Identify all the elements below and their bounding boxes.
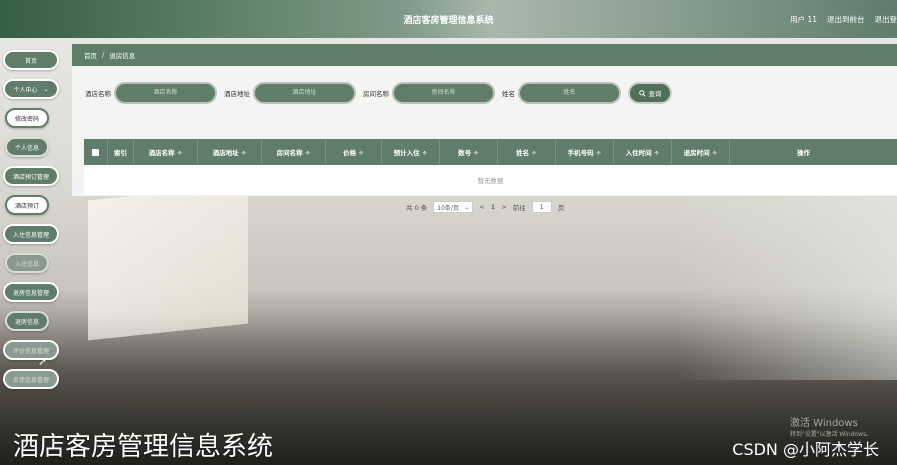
- checkbox-icon: [92, 148, 99, 156]
- column-header[interactable]: 数号 ÷: [440, 139, 498, 165]
- column-header[interactable]: 价格 ÷: [326, 139, 382, 165]
- sidebar-item-checkout-info[interactable]: 退房信息: [5, 311, 49, 331]
- prev-page-button[interactable]: <: [479, 203, 484, 211]
- search-button-label: 查询: [648, 90, 662, 98]
- room-name-label: 房间名称: [363, 90, 389, 98]
- select-all-checkbox[interactable]: [84, 139, 108, 165]
- sidebar-item-label: 评价信息管理: [12, 347, 49, 355]
- breadcrumb: 首页 / 退房信息: [72, 44, 897, 66]
- back-to-front-link[interactable]: 退出到前台: [827, 14, 865, 25]
- hotel-name-input[interactable]: 酒店名称: [114, 82, 217, 104]
- column-header[interactable]: 入住时间 ÷: [614, 139, 672, 165]
- sidebar: 首页 个人中心 ⌄ 修改密码 个人信息 酒店预订管理 酒店预订 入住信息管理 入住…: [0, 38, 64, 465]
- sidebar-item-change-password[interactable]: 修改密码: [5, 108, 49, 128]
- sidebar-item-home[interactable]: 首页: [3, 50, 59, 70]
- breadcrumb-separator: /: [102, 51, 105, 59]
- checkout-table: 索引 酒店名称 ÷ 酒店地址 ÷ 房间名称 ÷ 价格 ÷ 预计入住 ÷ 数号 ÷…: [84, 139, 897, 195]
- total-count: 共 0 条: [406, 204, 428, 212]
- sidebar-item-feedback-mgmt[interactable]: 反馈信息管理: [3, 369, 59, 389]
- table-header: 索引 酒店名称 ÷ 酒店地址 ÷ 房间名称 ÷ 价格 ÷ 预计入住 ÷ 数号 ÷…: [84, 139, 897, 165]
- empty-state: 暂无数据: [84, 165, 897, 195]
- sidebar-item-hotel-booking[interactable]: 酒店预订: [5, 195, 49, 215]
- column-header[interactable]: 手机号码 ÷: [556, 139, 614, 165]
- search-icon: [638, 89, 646, 97]
- sidebar-item-label: 首页: [24, 57, 37, 65]
- windows-activation-watermark: 激活 Windows 转到"设置"以激活 Windows。: [790, 414, 872, 438]
- next-page-button[interactable]: >: [501, 203, 506, 211]
- column-header: 索引: [108, 139, 134, 165]
- chevron-down-icon: ⌄: [43, 85, 49, 93]
- column-header-actions: 操作: [797, 149, 810, 157]
- sidebar-item-checkin-mgmt[interactable]: 入住信息管理: [3, 224, 59, 244]
- breadcrumb-current: 退房信息: [109, 52, 136, 60]
- sidebar-item-label: 个人信息: [14, 144, 39, 152]
- page-size-value: 10条/页: [437, 204, 459, 212]
- search-bar: 酒店名称 酒店名称 酒店地址 酒店地址 房间名称 房间名称 姓名 姓名 查询: [85, 82, 672, 104]
- sidebar-item-label: 修改密码: [14, 115, 39, 123]
- goto-label: 前往: [512, 204, 526, 212]
- hotel-address-input[interactable]: 酒店地址: [253, 82, 356, 104]
- sidebar-item-label: 入住信息管理: [12, 231, 49, 239]
- sidebar-item-checkout-mgmt[interactable]: 退房信息管理: [3, 282, 59, 302]
- current-page[interactable]: 1: [491, 203, 496, 211]
- page-size-select[interactable]: 10条/页 ⌄: [433, 201, 474, 213]
- user-area: 用户 11 退出到前台 退出登: [790, 0, 897, 38]
- sidebar-item-label: 个人中心: [13, 86, 38, 94]
- sidebar-item-personal-info[interactable]: 个人信息: [5, 137, 49, 157]
- sidebar-item-hotel-booking-mgmt[interactable]: 酒店预订管理: [3, 166, 59, 186]
- room-name-input[interactable]: 房间名称: [392, 82, 495, 104]
- hotel-address-label: 酒店地址: [224, 90, 250, 98]
- hotel-name-label: 酒店名称: [85, 90, 111, 98]
- sidebar-item-label: 退房信息: [14, 318, 39, 326]
- sidebar-item-label: 酒店预订管理: [12, 173, 49, 181]
- sidebar-item-personal-center[interactable]: 个人中心 ⌄: [3, 79, 59, 99]
- app-title: 酒店客房管理信息系统: [403, 15, 494, 26]
- chevron-down-icon: ⌄: [464, 203, 470, 211]
- sidebar-item-checkin-info[interactable]: 入住信息: [5, 253, 49, 273]
- mouse-cursor-icon: ➚: [38, 355, 48, 368]
- activation-title: 激活 Windows: [790, 418, 858, 429]
- pagination: 共 0 条 10条/页 ⌄ < 1 > 前往 1 页: [406, 201, 564, 213]
- column-header[interactable]: 酒店地址 ÷: [198, 139, 262, 165]
- csdn-watermark: CSDN @小阿杰学长: [732, 440, 879, 459]
- breadcrumb-home[interactable]: 首页: [84, 50, 97, 60]
- top-bar: 酒店客房管理信息系统 用户 11 退出到前台 退出登: [0, 0, 897, 38]
- username: 用户 11: [790, 14, 817, 24]
- guest-name-label: 姓名: [502, 90, 515, 98]
- search-button[interactable]: 查询: [628, 82, 672, 104]
- goto-page-input[interactable]: 1: [531, 201, 552, 213]
- sidebar-item-label: 酒店预订: [14, 202, 39, 210]
- sidebar-item-label: 退房信息管理: [12, 289, 49, 297]
- column-header[interactable]: 酒店名称 ÷: [134, 139, 198, 165]
- logout-link[interactable]: 退出登: [875, 14, 897, 25]
- guest-name-input[interactable]: 姓名: [518, 82, 621, 104]
- sidebar-item-label: 反馈信息管理: [12, 376, 49, 384]
- sidebar-item-label: 入住信息: [14, 260, 39, 268]
- column-header[interactable]: 预计入住 ÷: [382, 139, 440, 165]
- video-caption: 酒店客房管理信息系统: [13, 432, 274, 462]
- sidebar-item-review-mgmt[interactable]: 评价信息管理: [3, 340, 59, 360]
- column-header[interactable]: 房间名称 ÷: [262, 139, 326, 165]
- page-unit-label: 页: [557, 204, 565, 212]
- column-header[interactable]: 退房时间 ÷: [672, 139, 730, 165]
- column-header[interactable]: 姓名 ÷: [498, 139, 556, 165]
